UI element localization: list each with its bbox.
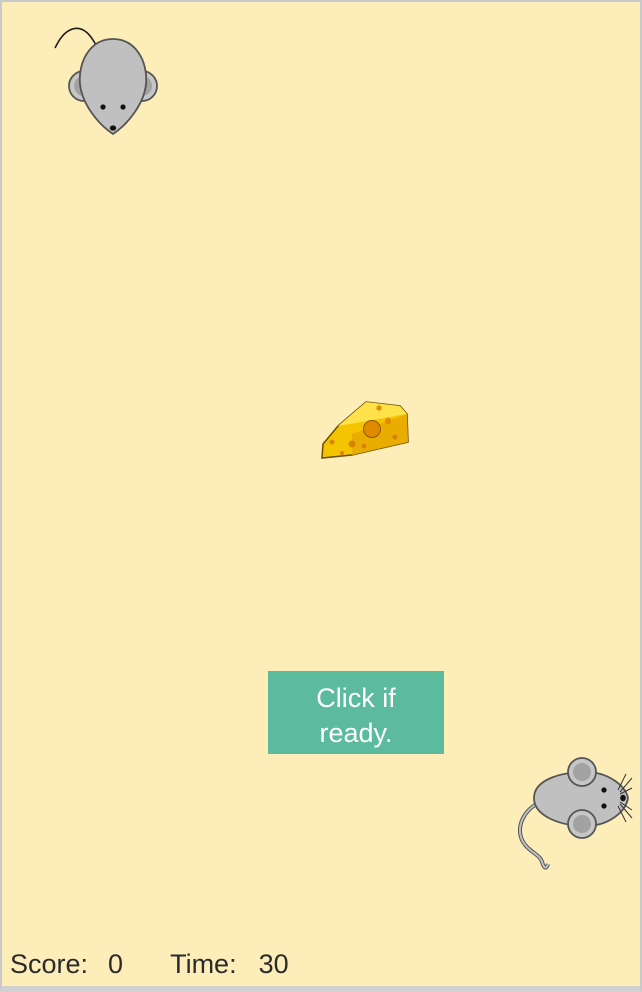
score-label: Score:	[10, 949, 89, 979]
time-label: Time:	[170, 949, 237, 979]
start-button[interactable]: Click if ready.	[268, 671, 444, 754]
cheese-icon	[321, 401, 409, 459]
mouse-top-left-icon	[54, 27, 158, 136]
status-bar: Score: 0 Time: 30	[10, 946, 289, 982]
mouse-bottom-right-icon	[518, 757, 633, 870]
game-board[interactable]: Click if ready. Score: 0 Time: 30	[0, 0, 642, 992]
score-value: 0	[108, 949, 124, 979]
time-value: 30	[258, 949, 289, 979]
